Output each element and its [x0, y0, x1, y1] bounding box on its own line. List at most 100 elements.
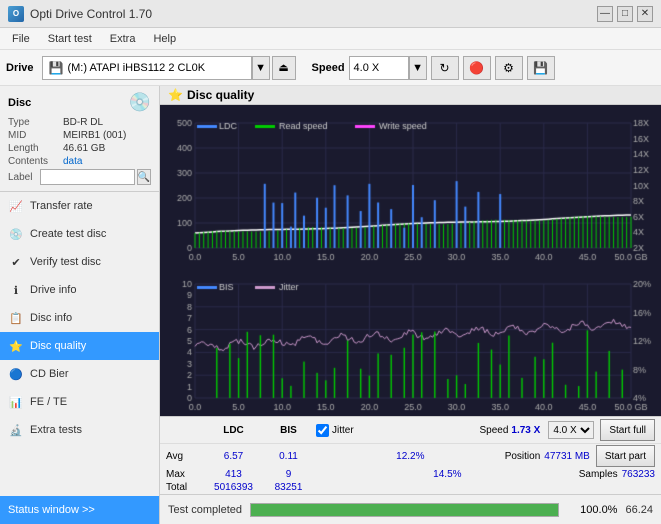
status-window-label: Status window >>: [8, 504, 95, 516]
disc-info-icon: 📋: [8, 310, 24, 326]
progress-fill: [251, 504, 558, 516]
fe-te-icon: 📊: [8, 394, 24, 410]
jitter-label: Jitter: [332, 425, 354, 436]
start-part-button[interactable]: Start part: [596, 445, 655, 467]
speed-stat-label: Speed: [479, 425, 508, 436]
avg-label: Avg: [166, 451, 206, 462]
jitter-checkbox[interactable]: [316, 424, 329, 437]
mid-label: MID: [8, 130, 63, 141]
disc-panel: Disc 💿 Type BD-R DL MID MEIRB1 (001) Len…: [0, 86, 159, 192]
app-title: Opti Drive Control 1.70: [30, 7, 152, 21]
nav-create-test-disc-label: Create test disc: [30, 228, 106, 240]
menu-file[interactable]: File: [4, 31, 38, 47]
speed-stat-value: 1.73 X: [511, 425, 540, 436]
title-bar: O Opti Drive Control 1.70 — □ ✕: [0, 0, 661, 28]
label-label: Label: [8, 172, 40, 183]
position-value: 47731 MB: [544, 451, 590, 462]
length-label: Length: [8, 143, 63, 154]
speed-value: 4.0 X: [354, 62, 380, 74]
chart-header-icon: ⭐: [168, 88, 183, 102]
avg-jitter: 12.2%: [316, 451, 505, 462]
maximize-button[interactable]: □: [617, 6, 633, 22]
nav-disc-quality-label: Disc quality: [30, 340, 86, 352]
settings-button[interactable]: ⚙: [495, 56, 523, 80]
nav-disc-info-label: Disc info: [30, 312, 72, 324]
nav-status-window[interactable]: Status window >>: [0, 496, 159, 524]
nav-transfer-rate-label: Transfer rate: [30, 200, 93, 212]
nav-drive-info-label: Drive info: [30, 284, 76, 296]
sidebar-nav: 📈 Transfer rate 💿 Create test disc ✔ Ver…: [0, 192, 159, 524]
cd-bier-icon: 🔵: [8, 366, 24, 382]
total-ldc: 5016393: [206, 482, 261, 493]
status-value: 66.24: [625, 504, 653, 516]
speed-dropdown-arrow[interactable]: ▼: [409, 56, 427, 80]
nav-verify-test-disc[interactable]: ✔ Verify test disc: [0, 248, 159, 276]
length-value: 46.61 GB: [63, 143, 105, 154]
samples-label: Samples: [579, 469, 618, 480]
max-ldc: 413: [206, 469, 261, 480]
app-icon: O: [8, 6, 24, 22]
close-button[interactable]: ✕: [637, 6, 653, 22]
menu-start-test[interactable]: Start test: [40, 31, 100, 47]
nav-cd-bier[interactable]: 🔵 CD Bier: [0, 360, 159, 388]
max-bis: 9: [261, 469, 316, 480]
refresh-button[interactable]: ↻: [431, 56, 459, 80]
nav-disc-info[interactable]: 📋 Disc info: [0, 304, 159, 332]
total-label: Total: [166, 482, 206, 493]
nav-extra-tests[interactable]: 🔬 Extra tests: [0, 416, 159, 444]
nav-drive-info[interactable]: ℹ Drive info: [0, 276, 159, 304]
ldc-header: LDC: [206, 425, 261, 436]
type-label: Type: [8, 117, 63, 128]
drive-value: (M:) ATAPI iHBS112 2 CL0K: [67, 62, 205, 74]
speed-label: Speed: [312, 62, 345, 74]
create-test-disc-icon: 💿: [8, 226, 24, 242]
nav-fe-te-label: FE / TE: [30, 396, 67, 408]
transfer-rate-icon: 📈: [8, 198, 24, 214]
status-bar: Test completed 100.0% 66.24: [160, 494, 661, 524]
speed-selector[interactable]: 4.0 X: [349, 56, 409, 80]
disc-icon: 💿: [129, 92, 151, 113]
drive-selector[interactable]: 💾 (M:) ATAPI iHBS112 2 CL0K: [42, 56, 252, 80]
nav-create-test-disc[interactable]: 💿 Create test disc: [0, 220, 159, 248]
start-full-button[interactable]: Start full: [600, 419, 655, 441]
nav-transfer-rate[interactable]: 📈 Transfer rate: [0, 192, 159, 220]
nav-disc-quality[interactable]: ⭐ Disc quality: [0, 332, 159, 360]
type-value: BD-R DL: [63, 117, 103, 128]
drive-info-icon: ℹ: [8, 282, 24, 298]
label-button[interactable]: 🔍: [137, 169, 151, 185]
burn-button[interactable]: 🔴: [463, 56, 491, 80]
avg-bis: 0.11: [261, 451, 316, 462]
bottom-chart: [160, 266, 661, 416]
nav-verify-test-disc-label: Verify test disc: [30, 256, 101, 268]
label-input[interactable]: [40, 169, 135, 185]
stats-area: LDC BIS Jitter Speed 1.73 X 4.0 X Start …: [160, 416, 661, 494]
nav-cd-bier-label: CD Bier: [30, 368, 69, 380]
toolbar: Drive 💾 (M:) ATAPI iHBS112 2 CL0K ▼ ⏏ Sp…: [0, 50, 661, 86]
drive-dropdown-arrow[interactable]: ▼: [252, 56, 270, 80]
position-label: Position: [505, 451, 541, 462]
save-button[interactable]: 💾: [527, 56, 555, 80]
total-bis: 83251: [261, 482, 316, 493]
menu-bar: File Start test Extra Help: [0, 28, 661, 50]
max-label: Max: [166, 469, 206, 480]
nav-fe-te[interactable]: 📊 FE / TE: [0, 388, 159, 416]
contents-value: data: [63, 156, 82, 167]
sidebar: Disc 💿 Type BD-R DL MID MEIRB1 (001) Len…: [0, 86, 160, 524]
progress-percent: 100.0%: [567, 504, 617, 516]
minimize-button[interactable]: —: [597, 6, 613, 22]
eject-button[interactable]: ⏏: [272, 56, 296, 80]
bis-header: BIS: [261, 425, 316, 436]
mid-value: MEIRB1 (001): [63, 130, 126, 141]
contents-label: Contents: [8, 156, 63, 167]
chart-header: ⭐ Disc quality: [160, 86, 661, 105]
verify-test-disc-icon: ✔: [8, 254, 24, 270]
main-area: Disc 💿 Type BD-R DL MID MEIRB1 (001) Len…: [0, 86, 661, 524]
menu-extra[interactable]: Extra: [102, 31, 144, 47]
speed-stat-select[interactable]: 4.0 X: [548, 421, 594, 439]
menu-help[interactable]: Help: [145, 31, 184, 47]
right-panel: ⭐ Disc quality LDC BIS Jitter Speed: [160, 86, 661, 524]
avg-ldc: 6.57: [206, 451, 261, 462]
disc-section-title: Disc: [8, 97, 31, 109]
progress-bar: [250, 503, 559, 517]
top-chart: [160, 105, 661, 266]
